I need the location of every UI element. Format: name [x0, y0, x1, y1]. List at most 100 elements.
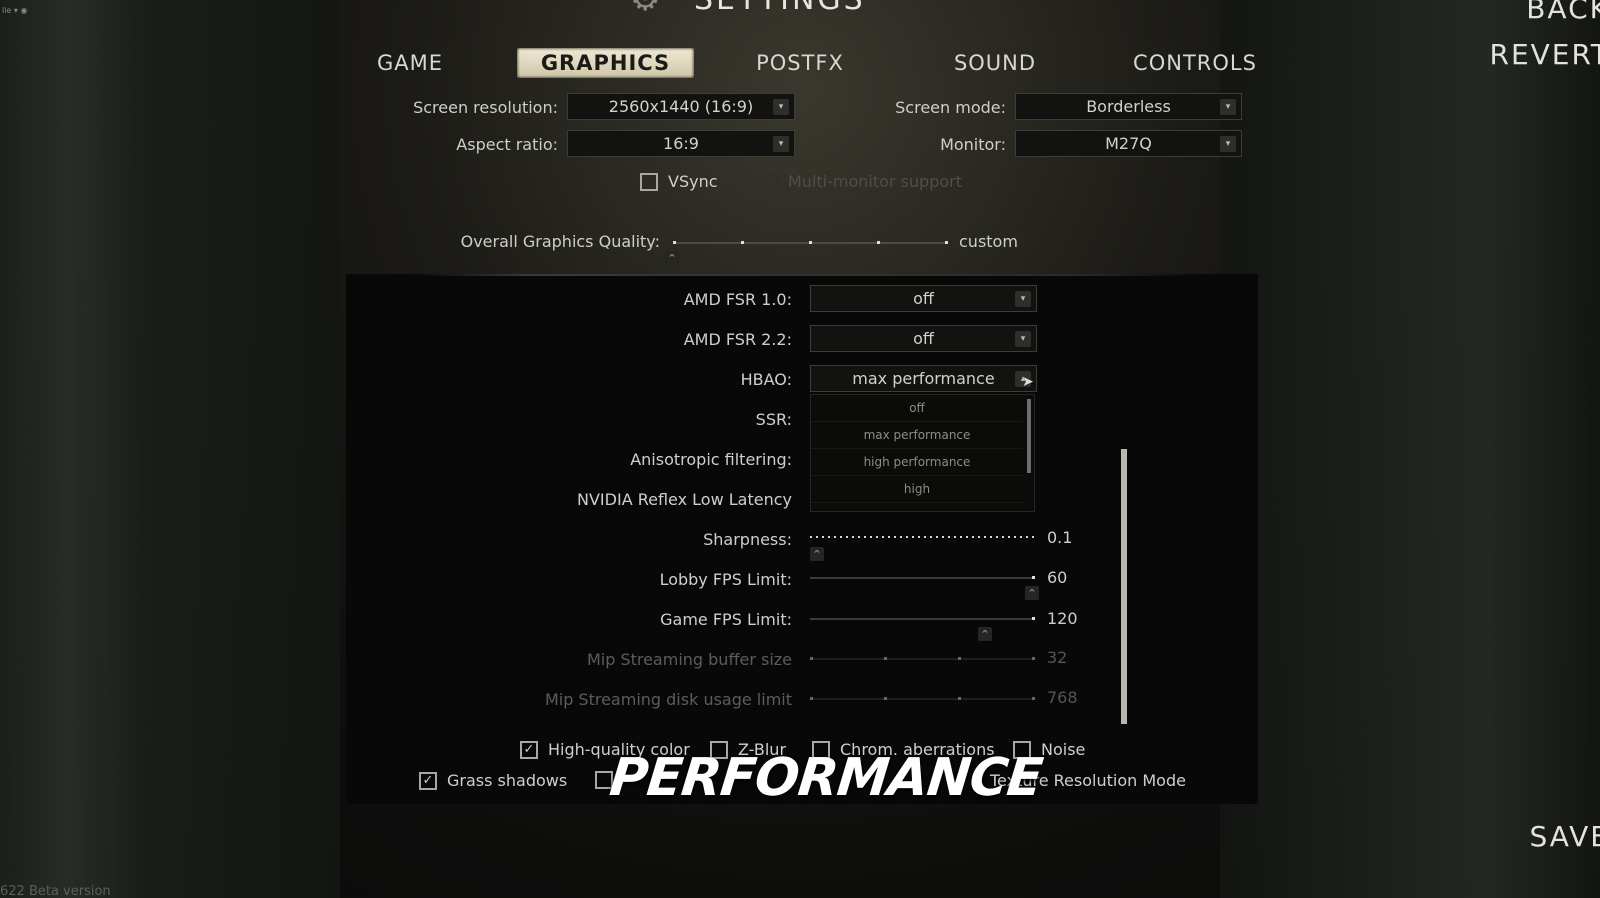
amd-fsr-22-value: off [913, 329, 934, 348]
monitor-value: M27Q [1105, 134, 1152, 153]
revert-button[interactable]: REVERT [1489, 38, 1600, 71]
sharpness-tick [918, 536, 920, 538]
chevron-down-icon: ▾ [1015, 291, 1031, 307]
slider-tick [809, 241, 812, 244]
sharpness-label: Sharpness: [703, 530, 792, 549]
slider-tick [810, 657, 813, 660]
lobby-fps-handle[interactable]: ^ [1025, 586, 1039, 600]
save-button[interactable]: SAVE [1529, 820, 1600, 853]
sharpness-tick [816, 536, 818, 538]
mip-buffer-slider[interactable] [810, 657, 1035, 660]
hbao-option-high[interactable]: high [811, 476, 1023, 503]
ssr-label: SSR: [755, 410, 792, 429]
amd-fsr-10-value: off [913, 289, 934, 308]
mip-disk-label: Mip Streaming disk usage limit [544, 690, 792, 709]
tab-postfx[interactable]: POSTFX [750, 48, 850, 78]
aspect-ratio-select[interactable]: 16:9 ▾ [567, 130, 795, 157]
sharpness-tick [1014, 536, 1016, 538]
screen-mode-select[interactable]: Borderless ▾ [1015, 93, 1242, 120]
grass-shadows-checkbox[interactable]: ✓ Grass shadows [419, 771, 567, 790]
tab-graphics[interactable]: GRAPHICS [517, 48, 694, 78]
hbao-value: max performance [852, 369, 995, 388]
game-fps-value: 120 [1047, 609, 1078, 628]
sharpness-tick [966, 536, 968, 538]
sharpness-tick [906, 536, 908, 538]
aspect-ratio-value: 16:9 [663, 134, 699, 153]
sharpness-tick [948, 536, 950, 538]
settings-header: ⚙ SETTINGS [630, 0, 866, 17]
chevron-down-icon: ▾ [773, 99, 789, 115]
mouse-cursor-icon: ➤ [1022, 374, 1034, 390]
chevron-down-icon: ▾ [773, 136, 789, 152]
sharpness-value: 0.1 [1047, 528, 1073, 547]
slider-tick [741, 241, 744, 244]
mip-disk-slider[interactable] [810, 697, 1035, 700]
slider-tick [958, 657, 961, 660]
overall-quality-label: Overall Graphics Quality: [460, 232, 660, 251]
screen-resolution-select[interactable]: 2560x1440 (16:9) ▾ [567, 93, 795, 120]
overall-quality-value: custom [959, 232, 1018, 251]
multi-monitor-checkbox[interactable]: Multi-monitor support [760, 172, 962, 191]
sharpness-tick [1020, 536, 1022, 538]
overall-quality-handle[interactable]: ^ [665, 251, 679, 265]
slider-tick [810, 697, 813, 700]
chevron-down-icon: ▾ [1220, 136, 1236, 152]
slider-tick [1032, 617, 1035, 620]
background-left [0, 0, 340, 898]
screen-mode-label: Screen mode: [895, 98, 1006, 117]
sharpness-tick [822, 536, 824, 538]
lobby-fps-slider[interactable] [810, 576, 1035, 579]
sharpness-slider[interactable] [810, 536, 1035, 539]
vsync-checkbox[interactable]: VSync [640, 172, 718, 191]
sharpness-tick [936, 536, 938, 538]
slider-track [810, 617, 1035, 620]
sharpness-tick [888, 536, 890, 538]
game-fps-slider[interactable] [810, 617, 1035, 620]
sharpness-tick [1032, 536, 1034, 538]
game-fps-handle[interactable]: ^ [978, 627, 992, 641]
slider-tick [958, 697, 961, 700]
sharpness-tick [924, 536, 926, 538]
amd-fsr-22-select[interactable]: off ▾ [810, 325, 1037, 352]
monitor-select[interactable]: M27Q ▾ [1015, 130, 1242, 157]
screen-resolution-value: 2560x1440 (16:9) [608, 97, 754, 116]
dropdown-scrollbar[interactable] [1027, 399, 1031, 473]
sharpness-tick [876, 536, 878, 538]
amd-fsr-10-select[interactable]: off ▾ [810, 285, 1037, 312]
sharpness-tick [960, 536, 962, 538]
hbao-option-max-performance[interactable]: max performance [811, 422, 1023, 449]
tab-sound[interactable]: SOUND [945, 48, 1045, 78]
sharpness-tick [1008, 536, 1010, 538]
gear-icon: ⚙ [630, 0, 664, 16]
noise-label: Noise [1041, 740, 1086, 759]
background-right [1220, 0, 1600, 898]
overall-quality-slider[interactable] [673, 241, 948, 244]
back-button[interactable]: BACK [1526, 0, 1600, 25]
slider-tick [945, 241, 948, 244]
anisotropic-label: Anisotropic filtering: [630, 450, 792, 469]
slider-tick [884, 657, 887, 660]
sharpness-tick [942, 536, 944, 538]
sharpness-tick [978, 536, 980, 538]
corner-indicator: lle ▾ ◉ [2, 6, 28, 15]
hbao-select[interactable]: max performance ▴ [810, 365, 1037, 392]
hbao-option-high-performance[interactable]: high performance [811, 449, 1023, 476]
multi-monitor-label: Multi-monitor support [788, 172, 962, 191]
hbao-option-off[interactable]: off [811, 395, 1023, 422]
amd-fsr-10-label: AMD FSR 1.0: [683, 290, 792, 309]
mip-buffer-label: Mip Streaming buffer size [586, 650, 792, 669]
sharpness-tick [930, 536, 932, 538]
tab-game[interactable]: GAME [365, 48, 455, 78]
checkbox-checked: ✓ [520, 740, 538, 759]
slider-track [810, 576, 1035, 579]
slider-tick [673, 241, 676, 244]
sharpness-tick [864, 536, 866, 538]
sharpness-handle[interactable]: ^ [810, 547, 824, 561]
version-label: 622 Beta version [0, 884, 111, 898]
game-fps-label: Game FPS Limit: [660, 610, 792, 629]
tab-controls[interactable]: CONTROLS [1130, 48, 1260, 78]
nvidia-reflex-label: NVIDIA Reflex Low Latency [577, 490, 792, 509]
panel-scrollbar[interactable] [1121, 449, 1127, 724]
mip-disk-value: 768 [1047, 688, 1078, 707]
sharpness-tick [810, 536, 812, 538]
